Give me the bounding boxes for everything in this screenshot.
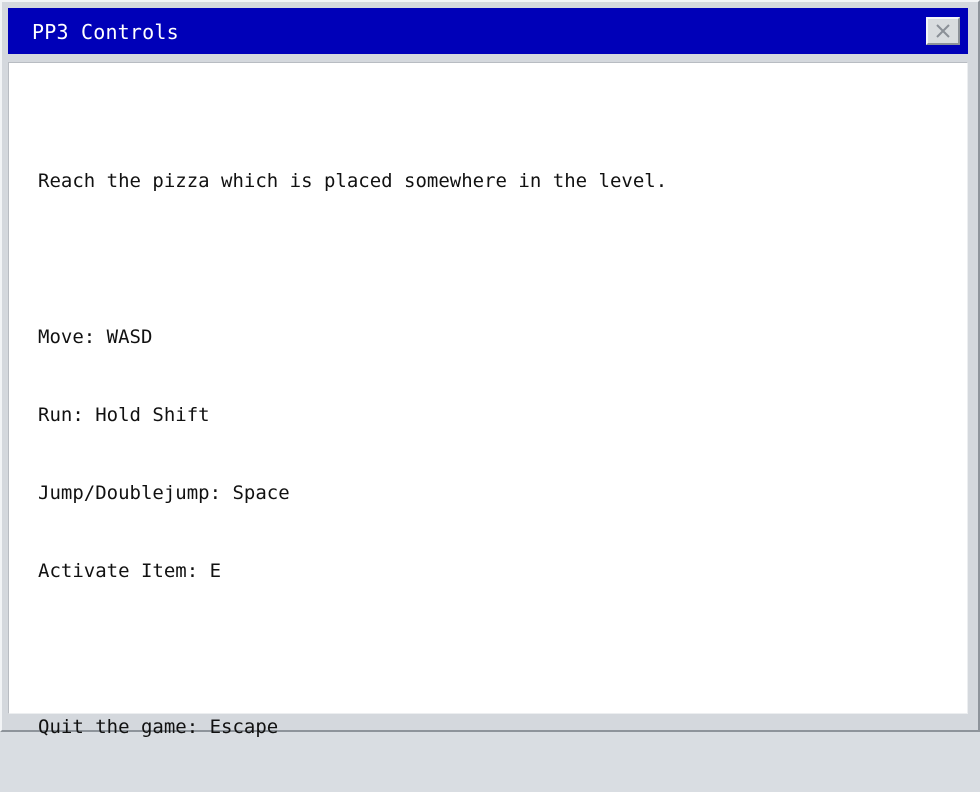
goal-text: Reach the pizza which is placed somewher… — [38, 170, 668, 192]
quit-control: Quit the game: Escape — [38, 716, 279, 738]
activate-control: Activate Item: E — [38, 560, 222, 582]
run-control: Run: Hold Shift — [38, 404, 210, 426]
controls-window: PP3 Controls Reach the pizza which is pl… — [0, 0, 980, 738]
move-control: Move: WASD — [38, 326, 153, 348]
jump-control: Jump/Doublejump: Space — [38, 482, 290, 504]
close-button[interactable] — [926, 17, 960, 45]
window-title: PP3 Controls — [32, 20, 179, 44]
content-panel: Reach the pizza which is placed somewher… — [8, 62, 968, 738]
title-bar[interactable]: PP3 Controls — [8, 8, 968, 54]
controls-instructions: Reach the pizza which is placed somewher… — [38, 116, 667, 792]
close-icon — [936, 24, 950, 38]
